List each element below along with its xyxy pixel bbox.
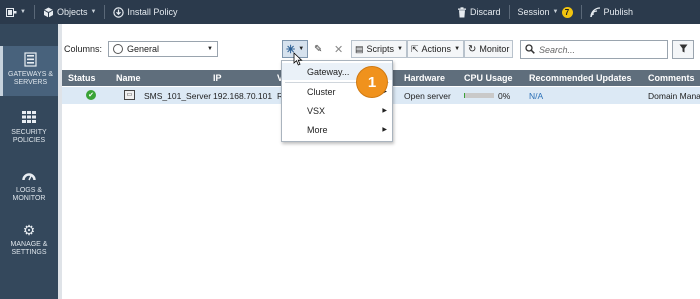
step-callout-badge: 1 [356,66,388,98]
app-menu-button[interactable]: ▼ [0,0,32,24]
divider [33,5,35,19]
chevron-right-icon: ▶ [382,108,387,114]
delete-button[interactable]: ✕ [330,40,347,58]
chevron-down-icon: ▼ [20,9,26,15]
server-icon: ▭ [124,90,135,100]
row-recommended-updates-link[interactable]: N/A [529,91,543,101]
divider [104,5,106,19]
session-count-badge: 7 [561,6,573,18]
column-header-ip[interactable]: IP [213,73,222,83]
menu-item-vsx[interactable]: VSX ▶ [282,102,392,119]
nav-label: MANAGE & SETTINGS [10,241,48,256]
column-header-recommended-updates[interactable]: Recommended Updates [529,73,632,83]
gateways-servers-icon [24,52,37,69]
search-placeholder: Search... [539,44,576,55]
nav-label: SECURITY POLICIES [11,129,47,144]
install-policy-label: Install Policy [127,7,178,17]
left-navigation: GATEWAYS & SERVERS SECURITY POLICIES LOG… [0,24,58,299]
install-policy-button[interactable]: Install Policy [107,0,183,24]
actions-icon: ⇱ [411,43,419,54]
row-ip: 192.168.70.101 [213,91,273,101]
menu-item-label: VSX [307,105,326,116]
session-menu[interactable]: Session ▼ 7 [512,0,579,24]
cpu-usage-bar [464,93,494,98]
discard-button[interactable]: Discard [450,0,507,24]
trash-icon [456,6,467,18]
top-toolbar: ▼ Objects ▼ Install Policy Discard Sessi… [0,0,700,24]
close-icon: ✕ [334,43,344,56]
publish-label: Publish [603,7,634,17]
chevron-down-icon: ▼ [397,46,403,52]
column-header-status[interactable]: Status [68,73,96,83]
monitor-label: Monitor [479,44,510,54]
publish-button[interactable]: Publish [584,0,640,24]
column-header-hardware[interactable]: Hardware [404,73,445,83]
column-header-comments[interactable]: Comments [648,73,695,83]
search-icon [525,43,535,56]
security-policies-icon [22,110,36,127]
scripts-menu[interactable]: ▤ Scripts ▼ [351,40,407,58]
nav-manage-settings[interactable]: ⚙ MANAGE & SETTINGS [0,222,58,262]
column-header-cpu-usage[interactable]: CPU Usage [464,73,513,83]
chevron-down-icon: ▼ [552,9,559,15]
nav-label: LOGS & MONITOR [12,187,46,202]
divider [508,5,510,19]
objects-label: Objects [56,7,88,17]
columns-label: Columns: [64,44,103,54]
logs-monitor-icon [22,168,36,185]
discard-label: Discard [470,7,501,17]
menu-item-label: Gateway... [307,66,350,77]
chevron-down-icon: ▼ [207,46,213,52]
chevron-down-icon: ▼ [90,9,97,15]
publish-icon [589,6,601,18]
install-policy-icon [113,6,125,18]
objects-menu[interactable]: Objects ▼ [37,0,102,24]
columns-select[interactable]: General ▼ [108,41,218,57]
actions-menu[interactable]: ⇱ Actions ▼ [407,40,465,58]
gateways-toolbar: Columns: General ▼ ✳ ▼ ✎ ✕ ▤ Scripts ▼ ⇱… [62,38,700,60]
row-name: SMS_101_Server [144,91,212,101]
chevron-right-icon: ▶ [382,127,387,133]
nav-label: GATEWAYS & SERVERS [8,71,53,86]
row-hardware: Open server [404,91,451,101]
nav-logs-monitor[interactable]: LOGS & MONITOR [0,168,58,208]
row-cpu-usage: 0% [498,91,511,101]
row-comments: Domain Mana [648,91,700,101]
cpu-usage-fill [464,93,465,98]
actions-label: Actions [421,44,452,54]
divider [580,5,582,19]
session-label: Session [517,7,550,17]
columns-select-value: General [127,44,160,54]
filter-icon [679,44,688,56]
menu-item-label: Cluster [307,86,336,97]
app-menu-icon [6,7,17,18]
session-controls: Discard Session ▼ 7 Publish [450,0,639,24]
cube-icon [43,7,54,18]
monitor-icon: ↻ [468,43,477,55]
search-input[interactable]: Search... [520,40,668,59]
view-icon [113,44,123,54]
monitor-button[interactable]: ↻ Monitor [464,40,514,58]
scripts-icon: ▤ [355,43,364,54]
column-header-name[interactable]: Name [116,73,141,83]
edit-button[interactable]: ✎ [310,40,326,58]
menu-item-more[interactable]: More ▶ [282,121,392,138]
status-ok-icon: ✔ [86,90,96,100]
nav-security-policies[interactable]: SECURITY POLICIES [0,110,58,150]
nav-gateways-servers[interactable]: GATEWAYS & SERVERS [0,46,58,96]
chevron-down-icon: ▼ [454,46,461,52]
menu-item-label: More [307,124,328,135]
manage-settings-icon: ⚙ [22,222,36,238]
mouse-cursor-icon [293,52,303,66]
pencil-icon: ✎ [314,43,323,55]
scripts-label: Scripts [366,44,395,54]
filter-button[interactable] [672,40,694,59]
